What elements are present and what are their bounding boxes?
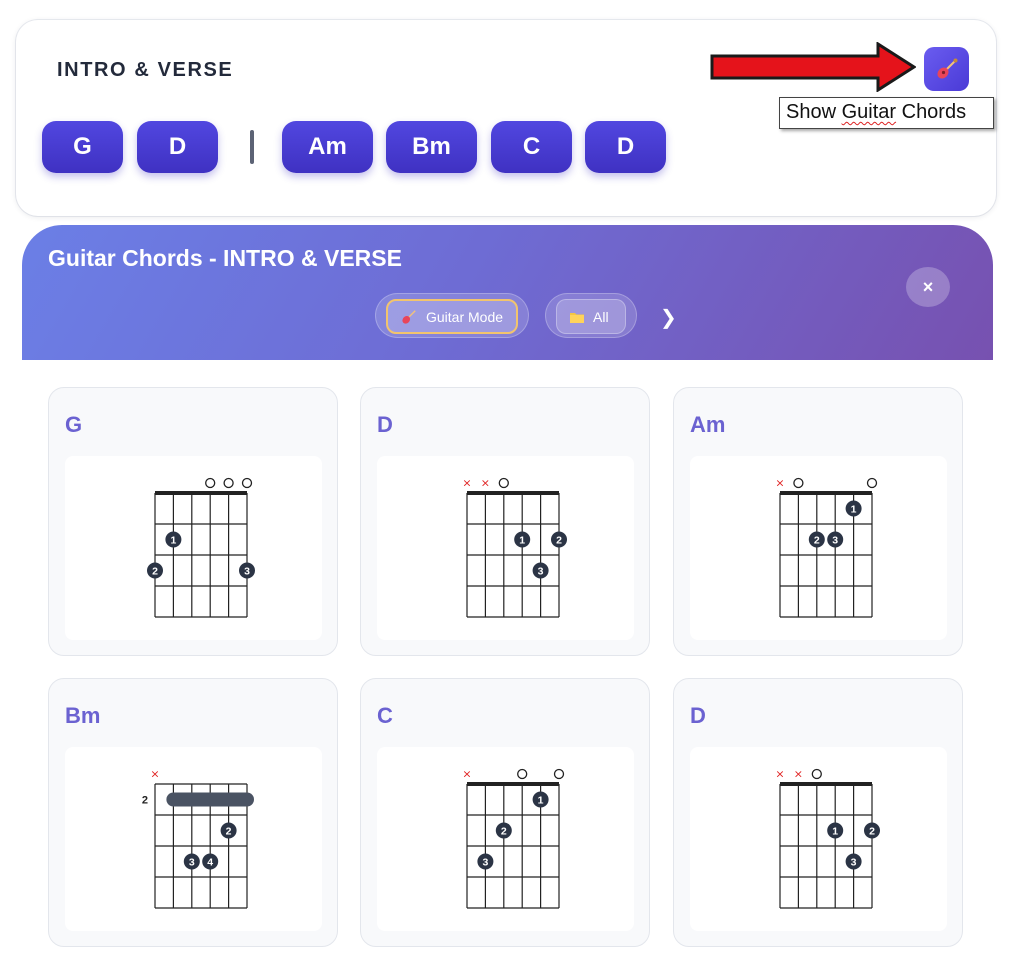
- section-title: INTRO & VERSE: [57, 59, 234, 81]
- chord-pill-d2[interactable]: D: [585, 121, 666, 173]
- guitar-mode-button[interactable]: Guitar Mode: [386, 299, 518, 334]
- filter-all-label: All: [593, 308, 609, 325]
- finger-number: 2: [556, 534, 562, 546]
- red-arrow-annotation: [710, 42, 916, 92]
- chord-pill-g[interactable]: G: [42, 121, 123, 173]
- finger-number: 1: [170, 534, 176, 546]
- chord-diagram: × 1 2 3: [377, 747, 634, 931]
- finger-number: 3: [482, 856, 488, 868]
- muted-string-marker: ×: [775, 768, 784, 781]
- chord-pill-am[interactable]: Am: [282, 121, 373, 173]
- chord-diagram-svg: 1 2 3: [147, 477, 255, 618]
- guitar-mode-label: Guitar Mode: [426, 308, 504, 325]
- panel-title: Guitar Chords - INTRO & VERSE: [48, 245, 402, 271]
- mode-toggle-group: Guitar Mode: [375, 293, 529, 338]
- close-button[interactable]: ×: [906, 267, 950, 307]
- chord-pill-bm[interactable]: Bm: [386, 121, 477, 173]
- finger-number: 3: [538, 565, 544, 577]
- barre-bar: [166, 792, 254, 807]
- chord-card: D × × 1 2 3: [673, 678, 963, 947]
- chord-diagram: × × 1 2 3: [377, 456, 634, 640]
- chord-separator: [250, 130, 254, 164]
- finger-number: 2: [152, 565, 158, 577]
- finger-number: 1: [519, 534, 525, 546]
- open-string-marker: [793, 477, 804, 489]
- chord-card-name: D: [377, 412, 393, 437]
- chord-diagram: × × 1 2 3: [690, 747, 947, 931]
- muted-string-marker: ×: [462, 477, 471, 490]
- finger-number: 1: [851, 503, 857, 515]
- guitar-mode-icon: [402, 309, 416, 324]
- chevron-right-icon[interactable]: ❯: [660, 305, 677, 330]
- finger-number: 2: [501, 825, 507, 837]
- chord-diagram-svg: × 1 2 3: [462, 768, 565, 909]
- muted-string-marker: ×: [794, 768, 803, 781]
- open-string-marker: [553, 768, 565, 780]
- open-string-marker: [205, 477, 216, 489]
- finger-number: 4: [207, 856, 213, 868]
- chord-diagram: 2 × 2 3 4: [65, 747, 322, 931]
- guitar-icon: [936, 58, 957, 79]
- chord-diagram: × 1 2 3: [690, 456, 947, 640]
- guitar-chords-panel-header: Guitar Chords - INTRO & VERSE Guitar Mod…: [22, 225, 993, 360]
- muted-string-marker: ×: [150, 768, 159, 781]
- tooltip-text-1: Show: [786, 101, 842, 123]
- tooltip-text-2: Guitar: [841, 101, 897, 123]
- finger-number: 3: [851, 856, 857, 868]
- open-string-marker: [517, 768, 528, 780]
- chord-card: Bm 2 × 2 3 4: [48, 678, 338, 947]
- finger-number: 3: [189, 856, 195, 868]
- chord-card-name: Am: [690, 412, 726, 437]
- finger-number: 2: [226, 825, 232, 837]
- chord-diagram-svg: × × 1 2 3: [775, 768, 880, 909]
- muted-string-marker: ×: [481, 477, 490, 490]
- muted-string-marker: ×: [775, 477, 784, 490]
- chord-diagram: 1 2 3: [65, 456, 322, 640]
- finger-number: 2: [869, 825, 875, 837]
- open-string-marker: [811, 768, 822, 780]
- finger-number: 3: [244, 565, 250, 577]
- folder-icon: [570, 312, 584, 323]
- chord-diagram-svg: × × 1 2 3: [462, 477, 567, 618]
- chord-card-name: G: [65, 412, 83, 437]
- open-string-marker: [498, 477, 509, 489]
- finger-number: 3: [832, 534, 838, 546]
- chord-diagram-svg: × 1 23: [775, 477, 878, 618]
- finger-number: 2: [814, 534, 820, 546]
- finger-number: 1: [538, 794, 544, 806]
- section-card: INTRO & VERSE G D Am Bm C D Show Guitar …: [16, 20, 996, 216]
- chord-card: C × 1 2 3: [360, 678, 650, 947]
- chord-diagram-svg: 2 × 2 3 4: [142, 768, 254, 909]
- finger-number: 1: [832, 825, 838, 837]
- filter-group: All: [545, 293, 637, 338]
- show-guitar-chords-button[interactable]: [924, 47, 969, 91]
- chord-card: G 1 2 3: [48, 387, 338, 656]
- chord-pill-d[interactable]: D: [137, 121, 218, 173]
- chord-pill-c[interactable]: C: [491, 121, 572, 173]
- open-string-marker: [223, 477, 234, 489]
- chord-card-name: C: [377, 703, 393, 728]
- muted-string-marker: ×: [462, 768, 471, 781]
- chord-card: Am × 1 2 3: [673, 387, 963, 656]
- open-string-marker: [866, 477, 878, 489]
- open-string-marker: [241, 477, 253, 489]
- chord-card: D × × 1 2 3: [360, 387, 650, 656]
- tooltip-text-3: Chords: [896, 101, 967, 123]
- base-fret-label: 2: [142, 795, 148, 807]
- filter-all-button[interactable]: All: [556, 299, 626, 334]
- tooltip: Show Guitar Chords: [779, 97, 994, 129]
- chord-card-name: D: [690, 703, 706, 728]
- chord-card-name: Bm: [65, 703, 101, 728]
